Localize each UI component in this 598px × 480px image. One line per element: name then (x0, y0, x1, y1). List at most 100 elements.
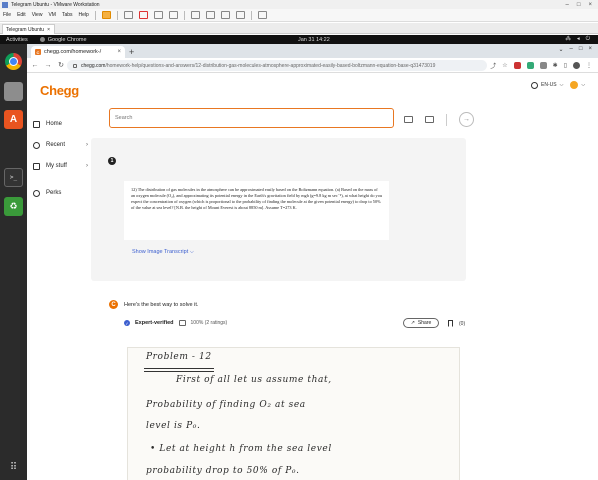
pause-vm-icon[interactable] (101, 11, 111, 19)
snapshot-manager-icon[interactable] (168, 11, 178, 19)
send-keys-icon[interactable] (123, 11, 133, 19)
site-info-icon[interactable] (73, 63, 77, 68)
revert-snapshot-icon[interactable] (153, 11, 163, 19)
chrome-tab-title: chegg.com/homework-/ (44, 49, 102, 55)
user-avatar[interactable] (570, 81, 579, 89)
expert-verified-row: ✓ Expert-verified 100% (2 ratings) (124, 320, 227, 326)
extension-icon[interactable] (539, 62, 547, 69)
vmware-title-bar: Telegram Ubuntu - VMware Workstation – □… (0, 0, 598, 9)
console-view-icon[interactable] (257, 11, 267, 19)
dock-files-icon[interactable] (4, 82, 23, 101)
app-menu[interactable]: Google Chrome (28, 37, 87, 43)
home-icon (33, 120, 40, 128)
system-tray[interactable]: ⁂ ◂ ⏻ (565, 36, 590, 43)
solution-line: • Let at height h from the sea level (150, 444, 332, 454)
nav-my-stuff[interactable]: My stuff › (33, 160, 88, 172)
toolbar-divider (250, 10, 252, 20)
library-icon[interactable] (190, 11, 200, 19)
menu-tabs[interactable]: Tabs (62, 12, 73, 18)
vm-tab-close-icon[interactable]: × (47, 27, 50, 33)
chegg-favicon-icon: C (35, 49, 41, 55)
forward-arrow-icon[interactable]: → (43, 62, 53, 69)
chevron-down-icon[interactable]: ⌵ (581, 82, 585, 88)
dock-terminal-icon[interactable]: >_ (4, 168, 23, 187)
thumbnail-icon[interactable] (205, 11, 215, 19)
expert-verified-label: Expert-verified (135, 320, 174, 326)
side-panel-icon[interactable]: ▯ (564, 62, 567, 69)
vmware-menu-bar: File Edit View VM Tabs Help (0, 9, 598, 22)
chrome-toolbar: ← → ↻ chegg.com/homework-help/questions-… (27, 58, 598, 73)
search-input[interactable] (115, 115, 393, 121)
menu-file[interactable]: File (3, 12, 11, 18)
question-card: 1 12) The distribution of gas molecules … (91, 138, 466, 281)
answer-header: C Here's the best way to solve it. (109, 300, 198, 309)
show-transcript-link[interactable]: Show Image Transcript ⌵ (132, 249, 194, 256)
search-box[interactable] (109, 108, 394, 128)
url-host: chegg.com (81, 62, 106, 69)
menu-vm[interactable]: VM (48, 12, 56, 18)
language-selector[interactable]: EN-US ⌵ ⌵ (531, 81, 585, 89)
verified-check-icon: ✓ (124, 320, 130, 326)
handwritten-solution-image: Problem - 12 First of all let us assume … (127, 347, 460, 480)
language-label: EN-US (541, 82, 557, 88)
reload-icon[interactable]: ↻ (56, 61, 66, 69)
search-divider (446, 113, 447, 126)
ubuntu-dock: A >_ ♻ ⠿ (0, 44, 27, 480)
nav-recent[interactable]: Recent › (33, 139, 88, 151)
answer-intro-text: Here's the best way to solve it. (124, 301, 199, 308)
close-icon[interactable]: × (588, 2, 592, 8)
maximize-icon[interactable]: □ (577, 2, 581, 8)
extensions-puzzle-icon[interactable]: ✱ (553, 62, 558, 69)
share-button[interactable]: ↗ Share (403, 318, 439, 328)
solution-line: Problem - 12 (146, 352, 212, 362)
vmware-tab-telegram-ubuntu[interactable]: Telegram Ubuntu × (2, 24, 55, 34)
app-menu-label: Google Chrome (47, 36, 87, 43)
dock-trash-icon[interactable]: ♻ (4, 197, 23, 216)
chrome-small-icon (39, 37, 45, 42)
profile-avatar[interactable] (573, 62, 580, 69)
menu-help[interactable]: Help (79, 12, 89, 18)
thumbs-up-icon[interactable] (178, 320, 186, 326)
extension-icon[interactable] (513, 62, 521, 69)
chegg-logo[interactable]: Chegg (40, 83, 79, 98)
solution-line: probability drop to 50% of P₀. (146, 466, 300, 476)
chrome-tab-close-icon[interactable]: × (117, 49, 121, 55)
toolbar-divider (183, 10, 185, 20)
menu-edit[interactable]: Edit (17, 12, 26, 18)
search-submit-arrow-icon[interactable]: → (459, 112, 474, 127)
show-apps-icon[interactable]: ⠿ (4, 458, 23, 477)
chevron-right-icon: › (86, 142, 88, 148)
clock[interactable]: Jan 31 14:22 (298, 37, 330, 43)
extension-icon[interactable] (526, 62, 534, 69)
dock-chrome-icon[interactable] (4, 52, 23, 71)
back-arrow-icon[interactable]: ← (30, 62, 40, 69)
address-bar[interactable]: chegg.com/homework-help/questions-and-an… (67, 60, 487, 71)
volume-icon: ◂ (576, 36, 580, 42)
new-tab-button[interactable]: + (129, 47, 134, 57)
toolbar-divider (94, 10, 96, 20)
chrome-minimize-icon[interactable]: – (570, 46, 573, 53)
ubuntu-top-bar: Activities Google Chrome Jan 31 14:22 ⁂ … (0, 35, 598, 44)
image-search-icon[interactable] (404, 116, 413, 123)
minimize-icon[interactable]: – (566, 2, 569, 8)
bookmark-icon[interactable] (448, 320, 453, 327)
menu-view[interactable]: View (32, 12, 43, 18)
share-page-icon[interactable]: ⤴ (490, 61, 496, 70)
chrome-tab-chegg[interactable]: C chegg.com/homework-/ × (31, 46, 125, 58)
nav-home[interactable]: Home (33, 118, 88, 130)
unity-icon[interactable] (235, 11, 245, 19)
bookmark-star-icon[interactable]: ☆ (502, 62, 507, 69)
dock-software-icon[interactable]: A (4, 110, 23, 129)
nav-perks[interactable]: Perks (33, 187, 88, 199)
rating-text: 100% (2 ratings) (190, 320, 228, 326)
vmware-tab-strip: Telegram Ubuntu × (0, 23, 598, 34)
chrome-menu-icon[interactable]: ⋮ (586, 62, 592, 69)
folder-icon (33, 162, 40, 170)
chrome-maximize-icon[interactable]: □ (579, 46, 583, 53)
activities-button[interactable]: Activities (0, 37, 28, 43)
snapshot-icon[interactable] (138, 11, 148, 19)
fullscreen-icon[interactable] (220, 11, 230, 19)
keyboard-icon[interactable] (425, 116, 434, 123)
tab-search-icon[interactable]: ⌄ (558, 46, 563, 53)
chrome-close-icon[interactable]: × (588, 46, 592, 53)
